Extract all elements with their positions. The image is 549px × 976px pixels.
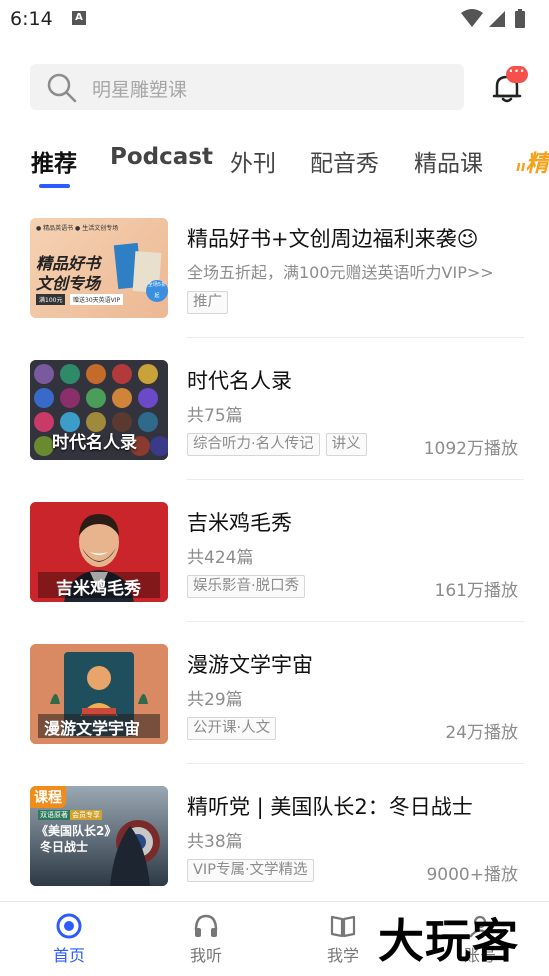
item-title: 精听党 | 美国队长2：冬日战士 xyxy=(187,795,473,819)
play-count: 9000+播放 xyxy=(426,865,518,885)
play-count: 1092万播放 xyxy=(423,439,518,459)
nav-home[interactable]: 首页 xyxy=(34,912,104,966)
status-time: 6:14 xyxy=(10,8,53,30)
headphones-icon xyxy=(194,914,218,937)
nav-label: 我听 xyxy=(189,946,222,965)
thumbnail-caption: 时代名人录 xyxy=(52,433,137,453)
item-title: 漫游文学宇宙 xyxy=(187,653,313,677)
nav-listen[interactable]: 我听 xyxy=(171,912,241,966)
active-tab-indicator xyxy=(39,184,70,188)
nav-learn[interactable]: 我学 xyxy=(308,912,378,966)
tab-dubbing[interactable]: 配音秀 xyxy=(310,144,379,178)
search-placeholder: 明星雕塑课 xyxy=(92,79,188,101)
home-icon xyxy=(56,913,82,939)
tab-podcast[interactable]: Podcast xyxy=(110,144,213,170)
tab-premium-partial[interactable]: ıı精 xyxy=(516,144,549,178)
item-title: 吉米鸡毛秀 xyxy=(187,511,292,535)
item-thumbnail: 课程 双语原著 会员专享 《美国队长2》 冬日战士 xyxy=(30,786,168,886)
list-item[interactable]: 课程 双语原著 会员专享 《美国队长2》 冬日战士 精听党 | 美国队长2：冬日… xyxy=(0,764,549,906)
wifi-icon xyxy=(461,9,483,27)
thumbnail-caption: 漫游文学宇宙 xyxy=(44,719,141,738)
book-icon xyxy=(330,915,356,938)
tab-magazines[interactable]: 外刊 xyxy=(230,144,276,178)
item-subtitle: 共424篇 xyxy=(187,548,254,568)
item-subtitle: 共38篇 xyxy=(187,832,243,852)
list-item[interactable]: 漫游文学宇宙 漫游文学宇宙 共29篇 公开课·人文 24万播放 xyxy=(0,622,549,764)
item-thumbnail: 吉米鸡毛秀 xyxy=(30,502,168,602)
play-count: 24万播放 xyxy=(445,723,518,743)
tag: 讲义 xyxy=(325,433,367,456)
notification-icon: A xyxy=(72,11,86,25)
tag: 推广 xyxy=(187,291,228,314)
item-tags: VIP专属·文学精选 xyxy=(187,859,320,882)
play-count: 161万播放 xyxy=(434,581,518,601)
list-item[interactable]: 吉米鸡毛秀 吉米鸡毛秀 共424篇 娱乐影音·脱口秀 161万播放 xyxy=(0,480,549,622)
notification-badge: ··· xyxy=(506,65,528,83)
watermark-logo: 大玩客 xyxy=(378,914,519,968)
tag: 娱乐影音·脱口秀 xyxy=(187,575,306,598)
item-tags: 娱乐影音·脱口秀 xyxy=(187,575,311,598)
status-bar: 6:14 A xyxy=(0,0,549,38)
tab-recommend[interactable]: 推荐 xyxy=(31,144,77,178)
signal-icon xyxy=(489,11,505,27)
tag: 综合听力·名人传记 xyxy=(187,433,320,456)
item-thumbnail: 时代名人录 xyxy=(30,360,168,460)
course-label: 课程 xyxy=(30,786,66,808)
tab-premium-courses[interactable]: 精品课 xyxy=(414,144,483,178)
nav-label: 我学 xyxy=(326,946,359,965)
list-item[interactable]: 时代名人录 时代名人录 共75篇 综合听力·名人传记 讲义 1092万播放 xyxy=(0,338,549,480)
category-tabs: 推荐 Podcast 外刊 配音秀 精品课 ıı精 xyxy=(0,140,549,195)
battery-icon xyxy=(515,11,525,28)
item-subtitle: 共29篇 xyxy=(187,690,243,710)
search-bar[interactable]: 明星雕塑课 xyxy=(30,64,464,110)
thumbnail-caption: 吉米鸡毛秀 xyxy=(56,579,141,599)
item-subtitle: 共75篇 xyxy=(187,406,243,426)
item-tags: 综合听力·名人传记 讲义 xyxy=(187,433,373,456)
item-thumbnail: 漫游文学宇宙 xyxy=(30,644,168,744)
item-title: 精品好书+文创周边福利来袭😉 xyxy=(187,227,479,251)
tag: VIP专属·文学精选 xyxy=(187,859,314,882)
item-subtitle: 全场五折起，满100元赠送英语听力VIP>> xyxy=(187,263,494,282)
list-item[interactable]: ● 精品英语书 ● 生活文创专场 精品好书 文创专场 满100元 赠送30天英语… xyxy=(0,196,549,338)
item-thumbnail: ● 精品英语书 ● 生活文创专场 精品好书 文创专场 满100元 赠送30天英语… xyxy=(30,218,168,318)
tag: 公开课·人文 xyxy=(187,717,277,740)
nav-label: 首页 xyxy=(52,946,85,965)
item-title: 时代名人录 xyxy=(187,369,292,393)
status-icons xyxy=(459,7,539,35)
item-tags: 推广 xyxy=(187,291,234,314)
item-tags: 公开课·人文 xyxy=(187,717,282,740)
search-icon xyxy=(47,73,77,103)
